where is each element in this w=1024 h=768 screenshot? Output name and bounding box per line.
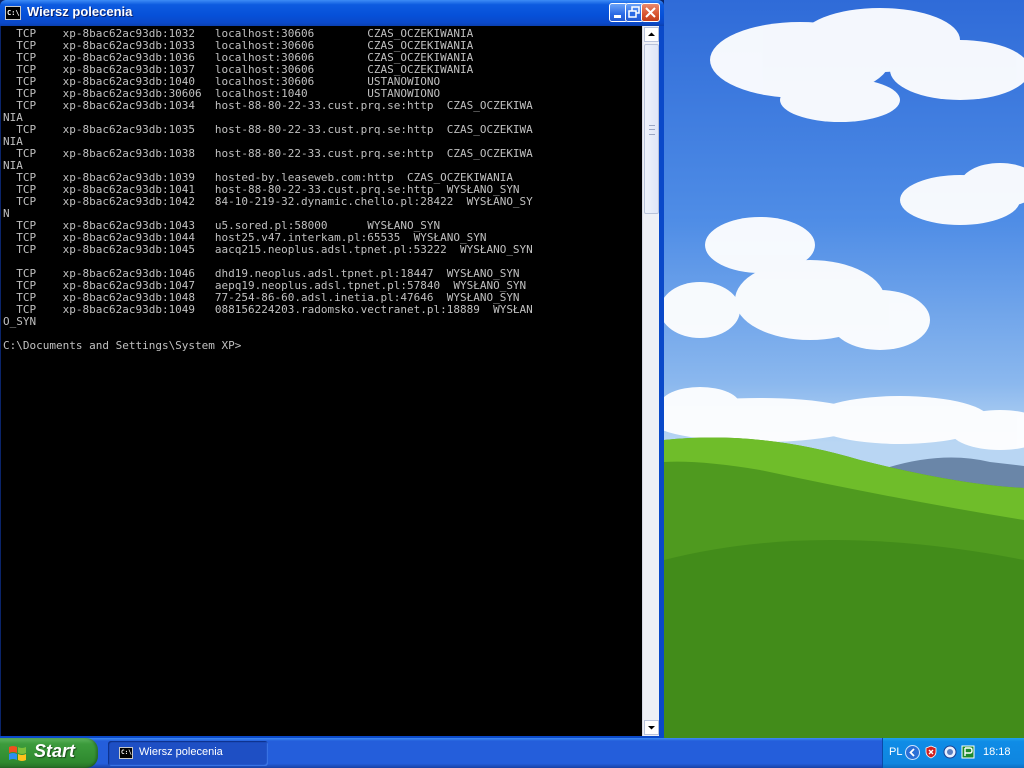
window-titlebar[interactable]: C:\ Wiersz polecenia — [0, 0, 664, 26]
arrow-down-icon — [648, 726, 655, 730]
console-line: TCP xp-8bac62ac93db:1042 84-10-219-32.dy… — [3, 195, 533, 208]
taskbar-item-label: Wiersz polecenia — [139, 746, 223, 758]
close-button[interactable] — [641, 3, 660, 22]
security-shield-icon[interactable] — [924, 745, 938, 759]
console-line: TCP xp-8bac62ac93db:1045 aacq215.neoplus… — [3, 243, 533, 256]
application-tray-icon[interactable] — [961, 745, 975, 759]
vertical-scrollbar[interactable] — [642, 26, 659, 736]
tray-clock[interactable]: 18:18 — [983, 746, 1011, 758]
taskbar-item-command-prompt[interactable]: C:\ Wiersz polecenia — [108, 741, 268, 766]
console-output-area[interactable]: TCP xp-8bac62ac93db:1032 localhost:30606… — [1, 26, 642, 736]
language-indicator[interactable]: PL — [889, 746, 902, 758]
console-line: TCP xp-8bac62ac93db:1038 host-88-80-22-3… — [3, 147, 533, 160]
scrollbar-grip-icon — [649, 125, 655, 135]
scroll-up-button[interactable] — [644, 27, 659, 42]
windows-logo-icon — [9, 746, 26, 761]
start-label: Start — [34, 741, 76, 761]
chevron-left-icon — [909, 748, 915, 757]
command-prompt-icon: C:\ — [119, 747, 133, 759]
console-line: TCP xp-8bac62ac93db:1035 host-88-80-22-3… — [3, 123, 533, 136]
taskbar: Start C:\ Wiersz polecenia PL 18:18 — [0, 738, 1024, 768]
start-button[interactable]: Start — [0, 738, 98, 768]
show-hidden-icons-button[interactable] — [905, 745, 920, 760]
command-prompt-window[interactable]: C:\ Wiersz polecenia TCP xp-8bac62ac93db… — [0, 0, 664, 738]
console-line: O_SYN — [3, 315, 37, 328]
command-prompt-icon[interactable]: C:\ — [5, 6, 21, 20]
system-tray: PL 18:18 — [882, 738, 1024, 768]
console-line: C:\Documents and Settings\System XP> — [3, 339, 242, 352]
scrollbar-thumb[interactable] — [644, 44, 659, 214]
arrow-up-icon — [648, 32, 655, 36]
scroll-down-button[interactable] — [644, 720, 659, 735]
window-border-right[interactable] — [659, 26, 664, 738]
console-text: TCP xp-8bac62ac93db:1032 localhost:30606… — [3, 28, 533, 352]
close-icon — [645, 7, 656, 18]
network-status-icon[interactable] — [943, 745, 957, 759]
console-line: TCP xp-8bac62ac93db:1034 host-88-80-22-3… — [3, 99, 533, 112]
window-title: Wiersz polecenia — [27, 4, 133, 19]
console-line: TCP xp-8bac62ac93db:1049 088156224203.ra… — [3, 303, 533, 316]
